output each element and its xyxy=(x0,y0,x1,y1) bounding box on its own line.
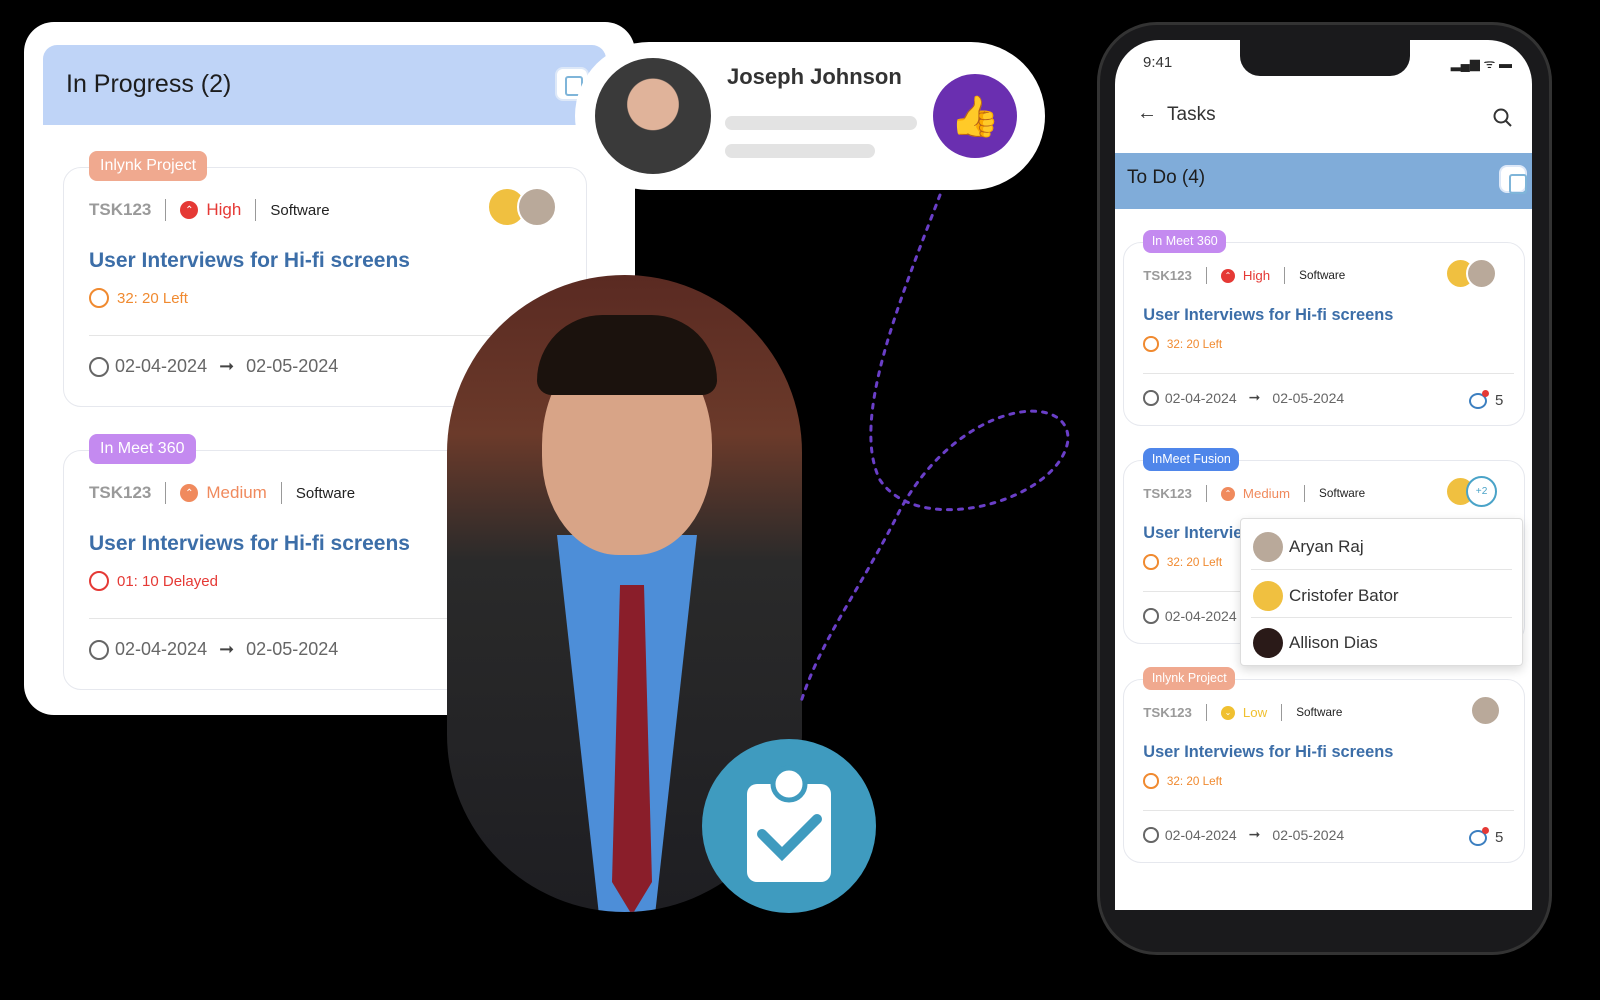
back-arrow-icon[interactable]: ← xyxy=(1137,102,1157,125)
collapse-panel-icon[interactable] xyxy=(1499,165,1527,194)
column-title: To Do (4) xyxy=(1127,167,1206,188)
task-id: TSK123 xyxy=(1143,268,1192,284)
assignee-avatars[interactable] xyxy=(1469,694,1501,726)
task-id: TSK123 xyxy=(1143,705,1192,721)
project-tag: In Meet 360 xyxy=(1143,229,1227,253)
assignee-option[interactable]: Aryan Raj xyxy=(1253,532,1364,562)
assignee-option[interactable]: Cristofer Bator xyxy=(1253,581,1399,611)
person-card: Joseph Johnson 👍 xyxy=(575,42,1045,190)
start-date: 02-04-2024 xyxy=(1164,389,1237,406)
stopwatch-icon xyxy=(1143,773,1159,789)
more-assignees-badge[interactable]: +2 xyxy=(1465,475,1498,507)
assignee-avatars[interactable] xyxy=(1444,257,1498,289)
category-label: Software xyxy=(1296,706,1343,720)
search-icon[interactable] xyxy=(1493,108,1513,128)
clock-icon xyxy=(1143,827,1159,843)
status-icons: ▂▄▆ ᯤ ▬ xyxy=(1450,56,1512,71)
task-title[interactable]: User Interviews for Hi-fi screens xyxy=(1143,306,1393,325)
clock-icon xyxy=(1143,608,1159,624)
time-remaining: 32: 20 Left xyxy=(1166,337,1223,351)
category-label: Software xyxy=(1299,269,1346,283)
clock-icon xyxy=(1143,390,1159,406)
assignee-dropdown: Aryan Raj Cristofer Bator Allison Dias xyxy=(1240,518,1523,666)
priority-label: High xyxy=(1242,268,1271,284)
end-date: 02-05-2024 xyxy=(1272,389,1345,406)
avatar xyxy=(1469,694,1501,726)
phone-screen: 9:41 ▂▄▆ ᯤ ▬ ← Tasks To Do (4) In Meet 3… xyxy=(1115,40,1532,910)
start-date: 02-04-2024 xyxy=(1164,826,1237,843)
comment-icon xyxy=(1469,826,1489,846)
priority-label: Low xyxy=(1242,705,1268,721)
comments-count[interactable]: 5 xyxy=(1469,826,1503,846)
priority-icon: ⌃ xyxy=(1220,268,1235,283)
comments-count[interactable]: 5 xyxy=(1469,389,1503,409)
phone-mockup: 9:41 ▂▄▆ ᯤ ▬ ← Tasks To Do (4) In Meet 3… xyxy=(1097,22,1552,955)
stopwatch-icon xyxy=(1143,554,1159,570)
comment-icon xyxy=(1469,389,1489,409)
project-tag: Inlynk Project xyxy=(1143,666,1236,690)
column-header: To Do (4) xyxy=(1115,153,1532,209)
priority-icon: ⌄ xyxy=(1220,705,1235,720)
thumbs-up-icon[interactable]: 👍 xyxy=(933,74,1017,158)
assignee-avatars[interactable]: +2 xyxy=(1444,475,1498,507)
person-name: Joseph Johnson xyxy=(727,64,902,89)
project-tag: InMeet Fusion xyxy=(1143,447,1240,471)
end-date: 02-05-2024 xyxy=(1272,826,1345,843)
time-remaining: 32: 20 Left xyxy=(1166,555,1223,569)
task-id: TSK123 xyxy=(1143,486,1192,502)
time-remaining: 32: 20 Left xyxy=(1166,774,1223,788)
avatar xyxy=(595,58,711,174)
task-title[interactable]: User Interviews for Hi-fi screens xyxy=(1143,743,1393,762)
arrow-right-icon: ➞ xyxy=(1248,389,1261,406)
arrow-right-icon: ➞ xyxy=(1248,826,1261,843)
assignee-option[interactable]: Allison Dias xyxy=(1253,628,1378,658)
start-date: 02-04-2024 xyxy=(1164,607,1237,624)
stopwatch-icon xyxy=(1143,336,1159,352)
status-time: 9:41 xyxy=(1143,54,1173,71)
priority-label: Medium xyxy=(1242,486,1291,502)
header-title: Tasks xyxy=(1167,104,1216,125)
avatar xyxy=(1465,257,1498,289)
category-label: Software xyxy=(1319,487,1366,501)
priority-icon: ⌃ xyxy=(1220,486,1235,501)
